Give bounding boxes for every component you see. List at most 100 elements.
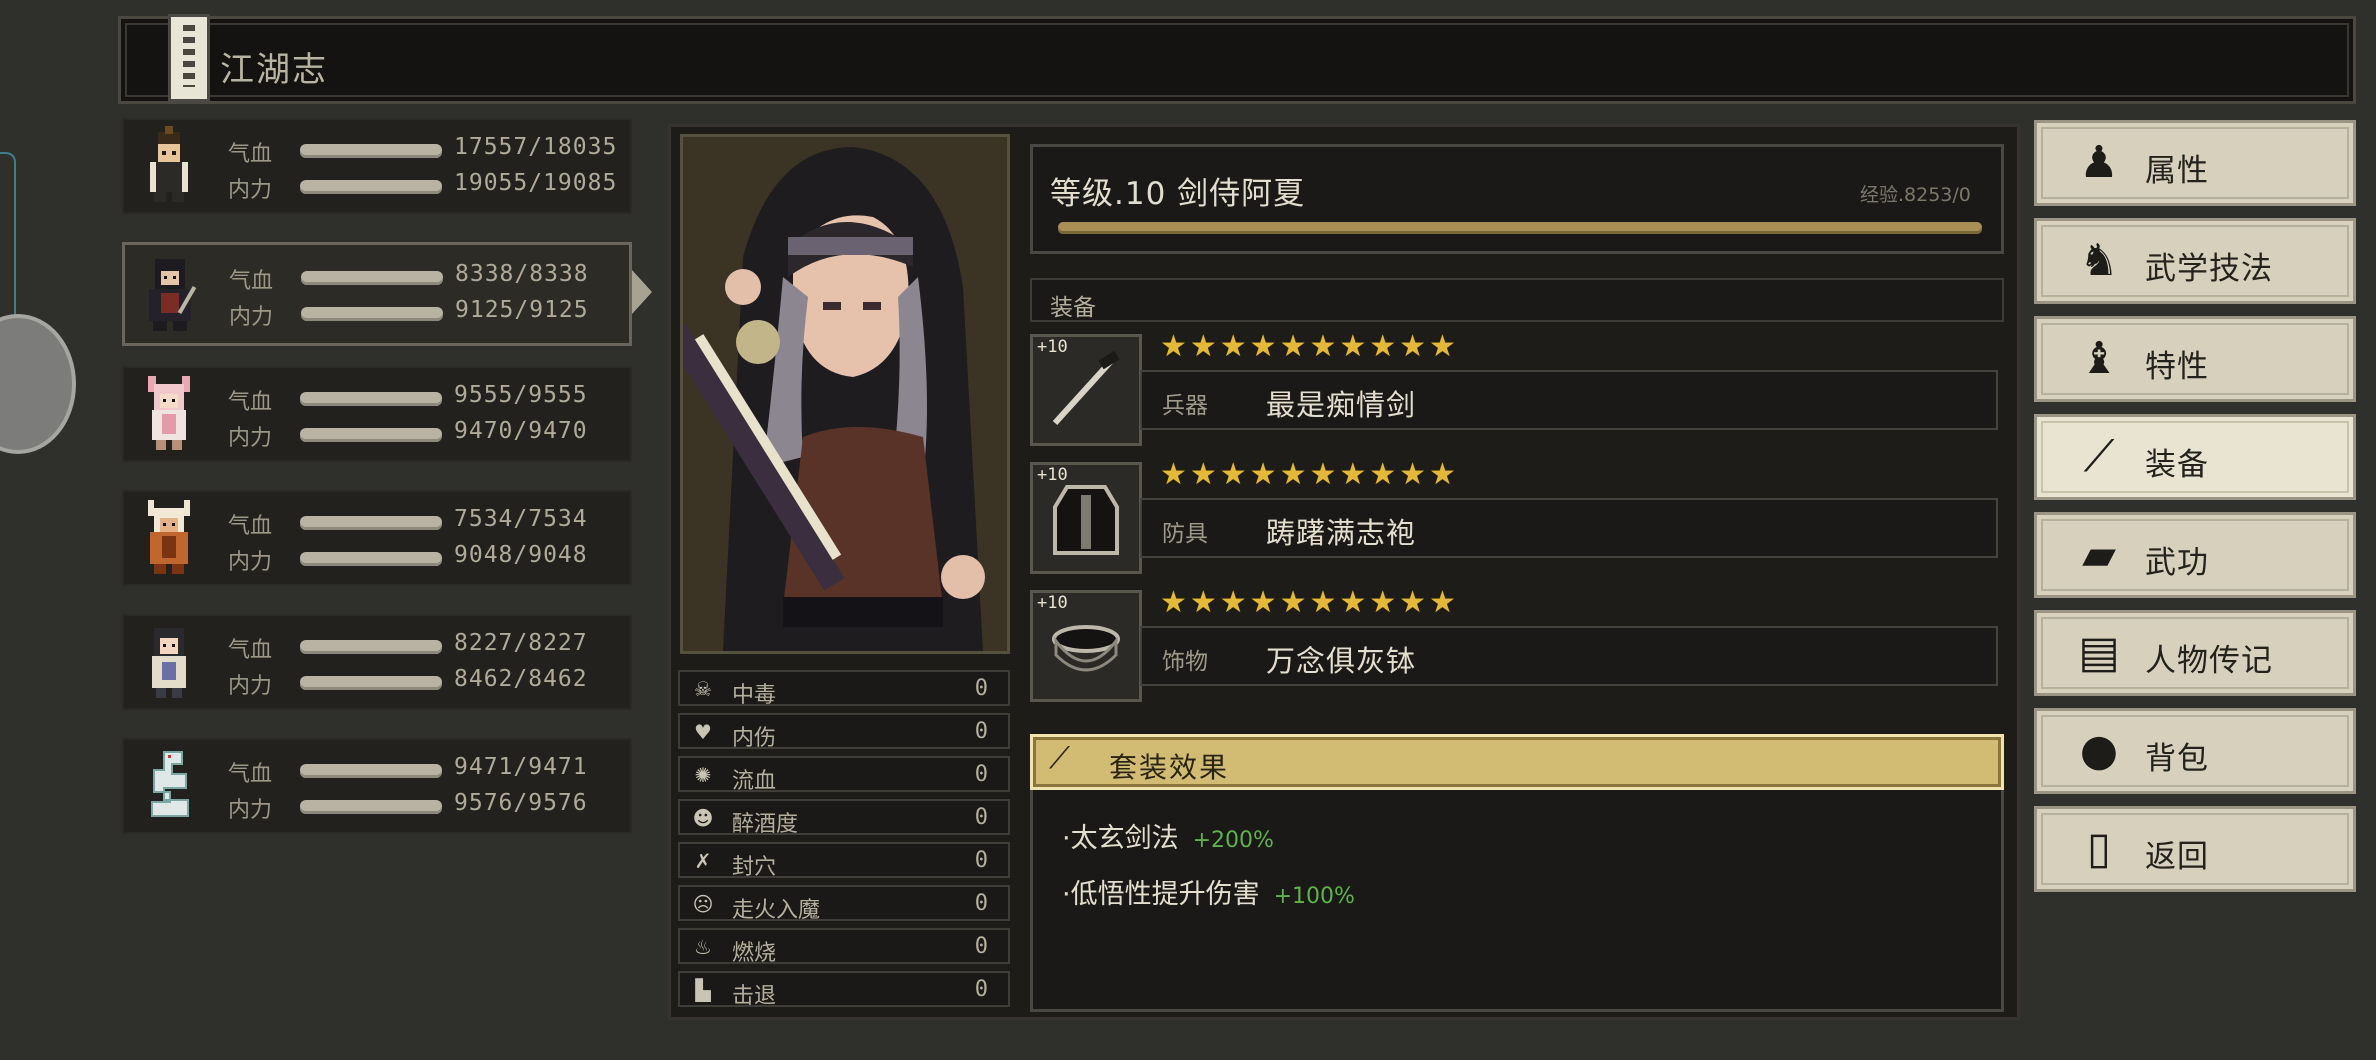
hp-bar [300,516,442,530]
hooded-swordmaid-avatar-icon [149,259,197,331]
status-burning: ♨ 燃烧 0 [678,928,1010,966]
boot-icon: ▙ [695,978,711,1002]
scroll-icon [168,14,210,102]
accessory-slot[interactable]: +10 [1030,590,1142,702]
mp-value: 9125/9125 [455,297,589,323]
armor-name-box[interactable]: 防具 踌躇满志袍 [1140,498,1998,558]
status-internal-injury: ♥ 内伤 0 [678,713,1010,751]
broken-heart-icon: ♥ [694,720,712,744]
mp-bar [300,676,442,690]
mp-label: 内力 [229,305,274,330]
mp-value: 9576/9576 [454,790,588,816]
girl-avatar-icon [152,628,186,698]
page-title: 江湖志 [220,50,328,90]
menu-attributes-button[interactable]: ♟ 属性 [2034,120,2356,206]
person-icon: ♟ [2079,137,2119,188]
equipment-section-header: 装备 [1030,278,2004,322]
bag-icon: ● [2079,725,2119,776]
hp-label: 气血 [229,269,274,294]
mp-value: 8462/8462 [454,666,588,692]
weapon-name-box[interactable]: 兵器 最是痴情剑 [1140,370,1998,430]
mp-label: 内力 [228,798,273,823]
set-effect-line: ·太玄剑法 +200% [1062,823,1274,854]
set-effect-header: ⟋ 套装效果 [1030,734,2004,790]
drunk-icon: ☻ [692,806,714,830]
menu-traits-button[interactable]: ♝ 特性 [2034,316,2356,402]
hp-bar [300,144,442,158]
armor-stars: ★★★★★★★★★★ [1160,457,1459,492]
set-effect-bonus: +200% [1192,828,1274,853]
party-member-5[interactable]: 气血 内力 8227/8227 8462/8462 [122,614,632,710]
set-effect-line: ·低悟性提升伤害 +100% [1062,879,1355,910]
experience-bar [1058,222,1982,234]
mp-value: 9470/9470 [454,418,588,444]
fire-icon: ♨ [694,935,712,959]
gamepad-icon[interactable] [0,314,76,454]
hp-value: 8338/8338 [455,261,589,287]
party-member-3[interactable]: 气血 内力 9555/9555 9470/9470 [122,366,632,462]
status-bleeding: ✺ 流血 0 [678,756,1010,794]
hp-bar [300,392,442,406]
party-member-4[interactable]: 气血 内力 7534/7534 9048/9048 [122,490,632,586]
blood-icon: ✺ [694,763,712,787]
armor-slot[interactable]: +10 [1030,462,1142,574]
status-poison: ☠ 中毒 0 [678,670,1010,708]
status-drunk: ☻ 醉酒度 0 [678,799,1010,837]
pink-girl-avatar-icon [148,376,190,450]
hp-label: 气血 [228,142,273,167]
hero-avatar-icon [150,126,188,202]
weapon-slot[interactable]: +10 [1030,334,1142,446]
white-snake-avatar-icon [151,751,189,817]
menu-backpack-button[interactable]: ● 背包 [2034,708,2356,794]
sword-icon: ⟋ [1049,741,1070,776]
menu-return-button[interactable]: ▯ 返回 [2034,806,2356,892]
hooded-swordmaid-portrait [665,137,1007,651]
hp-value: 8227/8227 [454,630,588,656]
hp-label: 气血 [228,514,273,539]
seal-icon: ✗ [694,849,712,873]
accessory-name-box[interactable]: 饰物 万念俱灰钵 [1140,626,1998,686]
menu-biography-button[interactable]: ▤ 人物传记 [2034,610,2356,696]
mp-label: 内力 [228,178,273,203]
set-effect-bonus: +100% [1273,884,1355,909]
mp-value: 19055/19085 [454,170,618,196]
demon-icon: ☹ [692,892,714,916]
title-bar [118,16,2356,104]
mp-bar [300,800,442,814]
character-portrait [665,134,1010,654]
hp-value: 9555/9555 [454,382,588,408]
skull-icon: ☠ [694,677,712,701]
door-icon: ▯ [2086,823,2112,874]
hp-bar [300,764,442,778]
hp-value: 9471/9471 [454,754,588,780]
mp-bar [300,180,442,194]
party-member-2[interactable]: 气血 内力 8338/8338 9125/9125 [122,242,632,346]
menu-kungfu-button[interactable]: ▰ 武功 [2034,512,2356,598]
martial-person-icon: ♞ [2079,235,2119,286]
character-level-name: 等级.10 剑侍阿夏 [1050,176,1306,212]
party-member-6[interactable]: 气血 内力 9471/9471 9576/9576 [122,738,632,834]
accessory-stars: ★★★★★★★★★★ [1160,585,1459,620]
mp-bar [300,428,442,442]
hp-label: 气血 [228,638,273,663]
hp-label: 气血 [228,762,273,787]
status-knockback: ▙ 击退 0 [678,971,1010,1009]
menu-martial-techniques-button[interactable]: ♞ 武学技法 [2034,218,2356,304]
selected-arrow-icon [632,270,652,314]
hp-value: 7534/7534 [454,506,588,532]
menu-equipment-button[interactable]: ⟋ 装备 [2034,414,2356,500]
mp-label: 内力 [228,426,273,451]
sword-icon: ⟋ [2083,431,2115,482]
mp-label: 内力 [228,674,273,699]
experience-text: 经验.8253/0 [1860,184,1971,206]
status-qi-deviation: ☹ 走火入魔 0 [678,885,1010,923]
weapon-stars: ★★★★★★★★★★ [1160,329,1459,364]
mp-label: 内力 [228,550,273,575]
mp-bar [300,552,442,566]
scroll-icon: ▤ [2078,627,2120,678]
mp-bar [301,307,443,321]
book-icon: ▰ [2082,529,2116,580]
hp-bar [301,271,443,285]
hp-value: 17557/18035 [454,134,618,160]
party-member-1[interactable]: 气血 内力 17557/18035 19055/19085 [122,118,632,214]
